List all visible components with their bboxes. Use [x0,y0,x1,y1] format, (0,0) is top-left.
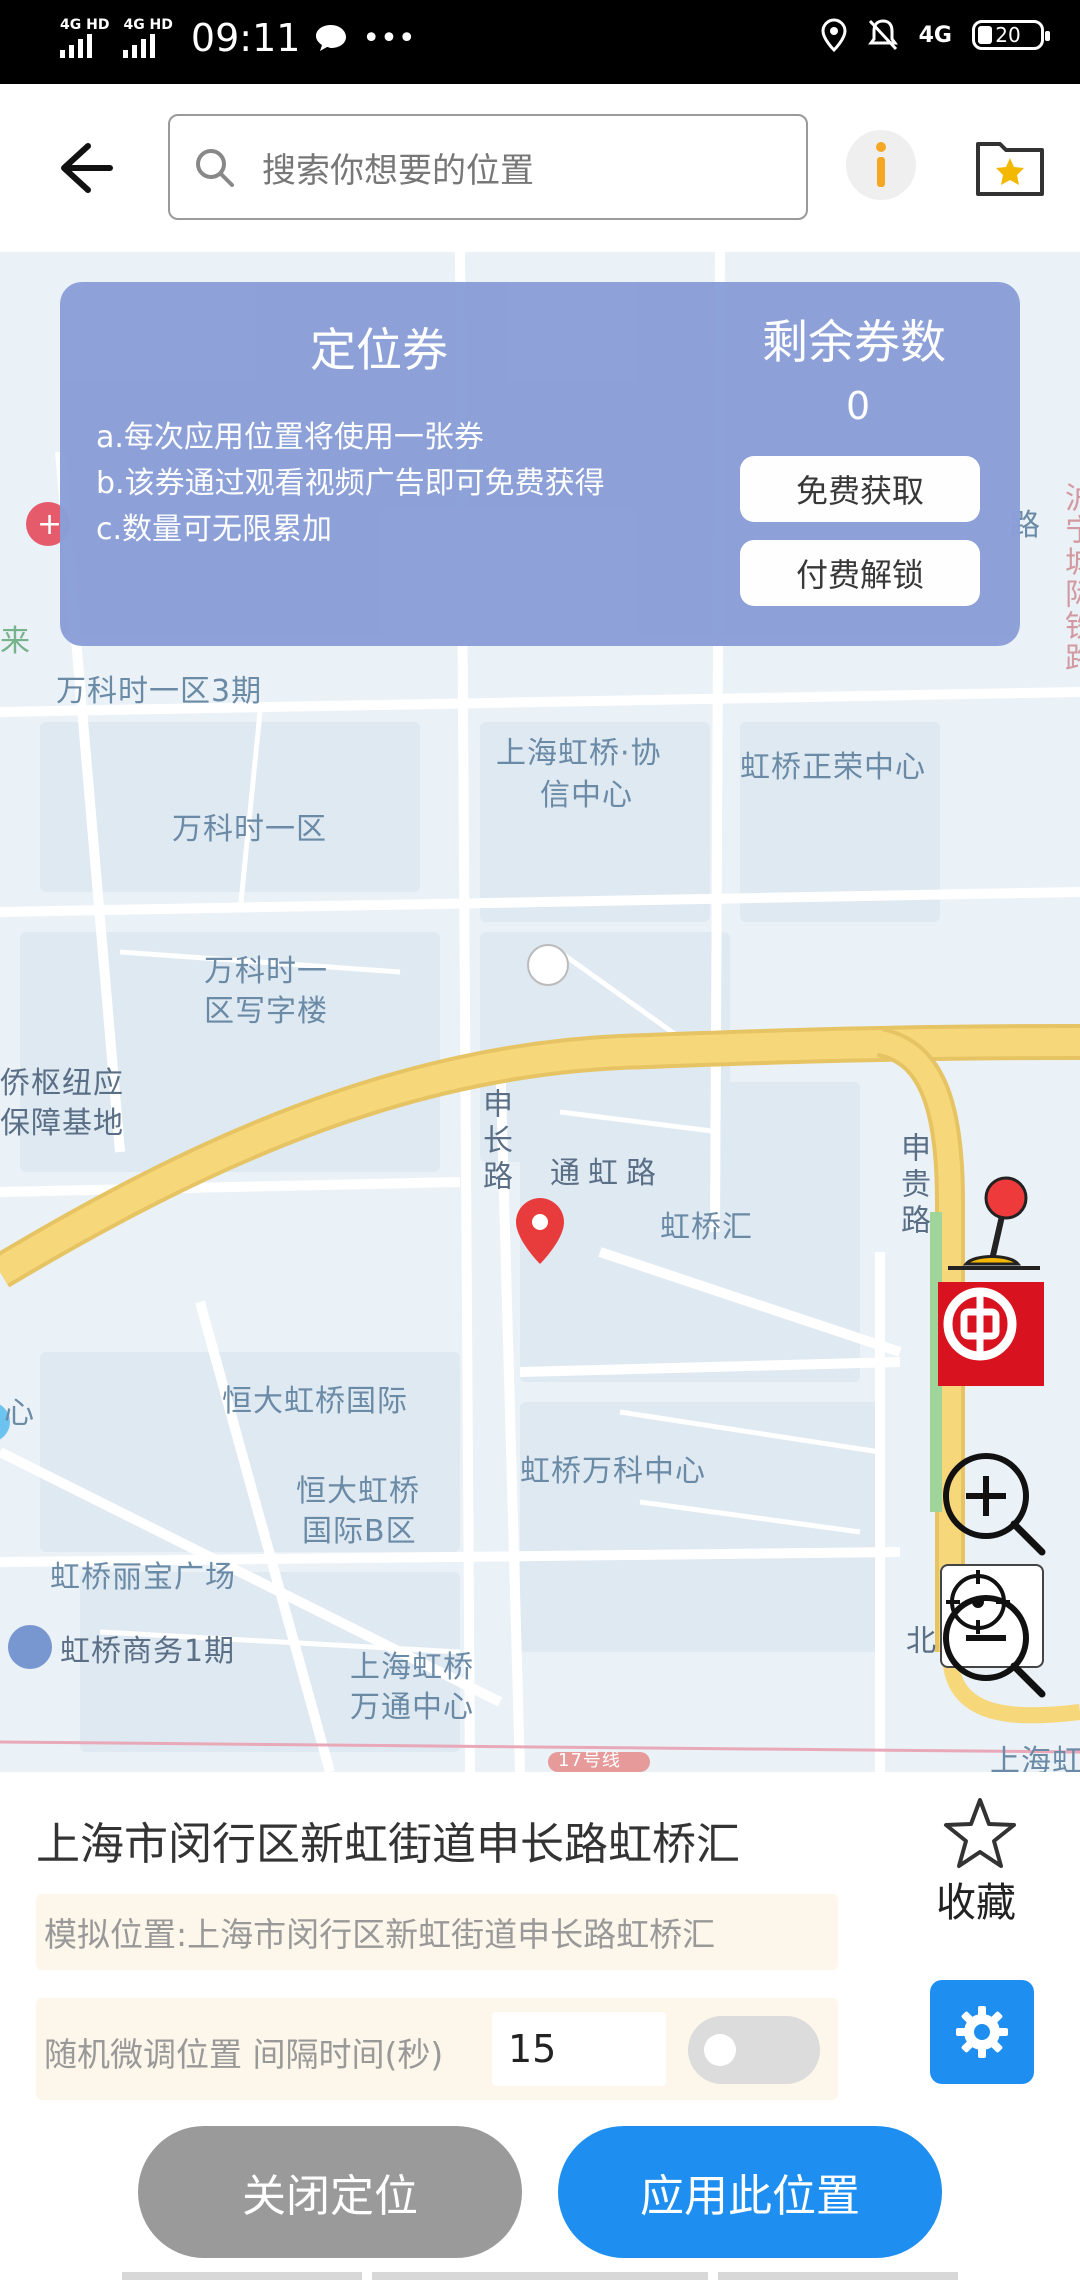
back-arrow-icon[interactable] [52,136,116,200]
bottom-edge [0,2268,1080,2280]
favorites-folder-icon[interactable] [974,130,1046,202]
zoom-in-icon[interactable] [938,1448,1048,1558]
remaining-title: 剩余券数 [762,315,946,369]
info-icon [876,142,886,187]
signal-icon: 4G HD [123,18,173,58]
map-label: 申长路 [477,1088,512,1196]
settings-button[interactable] [930,1980,1034,2084]
clock: 09:11 [190,16,301,60]
interval-input[interactable]: 15 [492,2012,666,2086]
map-label: 上海虹桥 [350,1650,474,1685]
map-label: 通虹路 [550,1156,664,1191]
map-label: 信中心 [540,778,633,813]
map-label: 侨枢纽应 [0,1066,124,1101]
random-adjust-label: 随机微调位置 间隔时间(秒) [44,2035,444,2074]
simulated-location: 模拟位置:上海市闵行区新虹街道申长路虹桥汇 [36,1894,838,1970]
remaining-count: 0 [846,384,871,428]
map-label: 上海虹 [990,1744,1080,1772]
current-address: 上海市闵行区新虹街道申长路虹桥汇 [36,1819,740,1870]
map-label: 万通中心 [350,1690,474,1725]
coupon-rule: c.数量可无限累加 [96,512,333,547]
more-icon: ••• [362,20,416,56]
map-label: 恒大虹桥 [296,1474,420,1509]
zoom-out-icon[interactable] [938,1590,1048,1700]
map-label: 万科时一区3期 [56,674,263,709]
network-type: 4G [918,22,952,48]
map-label: 虹桥万科中心 [520,1454,706,1489]
map-label: 国际B区 [302,1514,417,1549]
bottom-panel: 上海市闵行区新虹街道申长路虹桥汇 收藏 模拟位置:上海市闵行区新虹街道申长路虹桥… [0,1772,1080,2280]
coupon-rule: b.该券通过观看视频广告即可免费获得 [96,466,605,501]
mute-bell-icon [867,19,898,51]
map-label: 恒大虹桥国际 [222,1384,408,1419]
map-label: 区写字楼 [204,994,328,1029]
map-label: 虹桥商务1期 [60,1634,236,1669]
location-icon [821,18,847,52]
coupon-title: 定位券 [310,323,448,377]
star-icon[interactable] [940,1794,1020,1874]
search-icon [196,149,234,187]
search-placeholder: 搜索你想要的位置 [262,150,534,191]
map-label: 万科时一 [204,954,328,989]
map-label: 来 [0,624,31,659]
signal-icon: 4G HD [60,18,109,58]
map-label: 虹桥汇 [660,1210,753,1245]
favorite-label[interactable]: 收藏 [936,1870,1016,1928]
chat-bubble-icon [316,25,347,51]
coupon-panel: 定位券 a.每次应用位置将使用一张券 b.该券通过观看视频广告即可免费获得 c.… [60,282,1020,646]
map-label: 虹桥正荣中心 [740,750,926,785]
map-label: 虹桥丽宝广场 [50,1560,236,1595]
map-label: 沪宁城际铁路 [1059,482,1080,674]
coupon-rule: a.每次应用位置将使用一张券 [96,420,484,455]
info-button[interactable] [846,130,916,200]
map-label: 申贵路 [895,1132,930,1240]
top-bar: 搜索你想要的位置 [0,84,1080,252]
bank-of-china-icon[interactable] [938,1282,1044,1386]
apply-location-button[interactable]: 应用此位置 [558,2126,942,2258]
map-label: 保障基地 [0,1106,124,1141]
map-label: 上海虹桥·协 [496,736,662,771]
free-get-button[interactable]: 免费获取 [740,456,980,522]
gear-icon [956,2006,1008,2058]
random-adjust-row: 随机微调位置 间隔时间(秒) 15 [36,1998,838,2100]
svg-text:+: + [37,507,62,542]
map-label: 17号线 [558,1750,621,1771]
search-input[interactable]: 搜索你想要的位置 [168,114,808,220]
status-bar: 4G HD 4G HD 09:11 ••• 4G 20 [0,0,1080,84]
battery-icon: 20 [972,20,1050,50]
map-label: 万科时一区 [172,812,327,847]
random-adjust-toggle[interactable] [688,2016,820,2084]
map-label: 心 [4,1396,35,1431]
joystick-icon[interactable] [944,1174,1044,1282]
paid-unlock-button[interactable]: 付费解锁 [740,540,980,606]
close-location-button[interactable]: 关闭定位 [138,2126,522,2258]
